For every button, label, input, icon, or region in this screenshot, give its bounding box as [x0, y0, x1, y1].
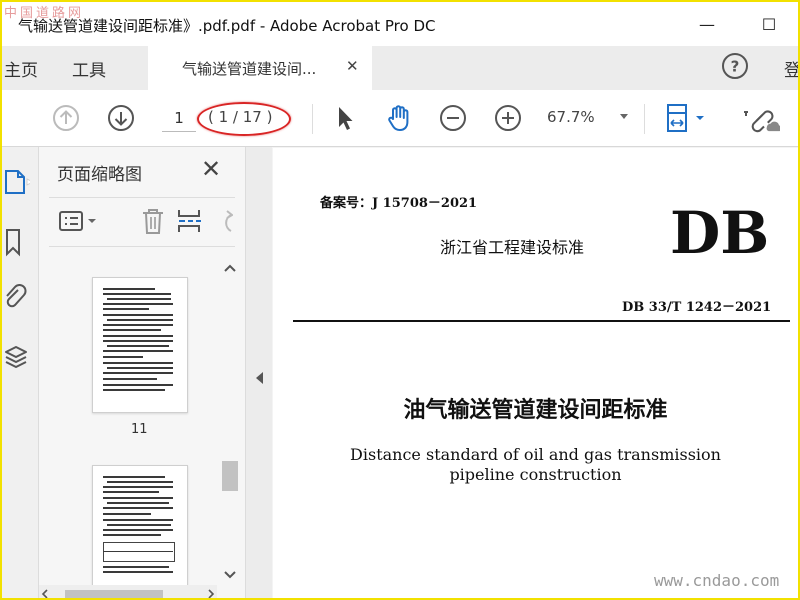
minimize-button[interactable]: — — [692, 10, 722, 38]
thumbnail-table — [103, 542, 175, 562]
document-page: 备案号：J 15708－2021 浙江省工程建设标准 DB DB 33/T 12… — [273, 148, 798, 598]
fit-width-icon — [667, 104, 704, 132]
page-number-input[interactable]: 1 — [162, 105, 196, 132]
next-page-button[interactable] — [105, 102, 137, 134]
db-logo: DB — [670, 199, 770, 267]
layers-icon[interactable] — [4, 342, 30, 372]
panel-title: 页面缩略图 — [57, 165, 142, 185]
minus-circle-icon — [440, 105, 466, 131]
svg-text:?: ? — [731, 58, 740, 76]
attachment-icon[interactable] — [4, 282, 30, 312]
page-thumbnails-panel: 页面缩略图 ✕ 11 — [39, 147, 246, 598]
close-panel-button[interactable]: ✕ — [201, 155, 221, 183]
help-icon[interactable]: ? — [720, 51, 750, 81]
delete-page-button[interactable] — [137, 206, 169, 236]
sign-in-link[interactable]: 登 — [784, 56, 798, 81]
plus-circle-icon — [495, 105, 521, 131]
document-tab-label: 气输送管道建设间... — [182, 60, 317, 78]
window-title: 气输送管道建设间距标准》.pdf.pdf - Adobe Acrobat Pro… — [18, 17, 436, 35]
trash-icon — [143, 209, 163, 234]
rotate-icon — [225, 210, 233, 232]
page-thumbnail[interactable] — [92, 277, 188, 413]
standard-type: 浙江省工程建设标准 — [440, 238, 585, 257]
header-rule — [293, 320, 790, 322]
main-toolbar: 1 ( 1 / 17 ) 67.7% — [2, 90, 798, 147]
page-thumbnail[interactable] — [92, 465, 188, 591]
app-window: 中国道路网 气输送管道建设间距标准》.pdf.pdf - Adobe Acrob… — [0, 0, 800, 600]
document-title-en-line2: pipeline construction — [449, 465, 622, 484]
zoom-level-select[interactable]: 67.7% — [547, 108, 595, 126]
filing-number: 备案号：J 15708－2021 — [320, 196, 478, 211]
collapse-panel-handle[interactable] — [246, 147, 272, 598]
hand-icon — [388, 105, 409, 131]
toolbar-divider — [644, 104, 645, 134]
annotation-ellipse — [197, 102, 291, 136]
document-title-en-line1: Distance standard of oil and gas transmi… — [350, 445, 721, 464]
tab-home[interactable]: 主页 — [4, 56, 38, 81]
document-title-cn: 油气输送管道建设间距标准 — [403, 397, 668, 423]
insert-page-button[interactable] — [173, 206, 205, 236]
standard-code: DB 33/T 1242－2021 — [622, 300, 772, 315]
chevron-down-icon[interactable] — [620, 114, 628, 119]
previous-page-button[interactable] — [50, 102, 82, 134]
arrow-up-icon — [53, 105, 79, 131]
close-tab-button[interactable]: ✕ — [346, 57, 359, 75]
panel-toolbar — [49, 197, 235, 247]
arrow-down-icon — [108, 105, 134, 131]
title-bar: 中国道路网 气输送管道建设间距标准》.pdf.pdf - Adobe Acrob… — [2, 2, 798, 46]
insert-pages-icon — [178, 210, 201, 232]
zoom-out-button[interactable] — [437, 102, 469, 134]
toolbar-divider — [312, 104, 313, 134]
rotate-page-button[interactable] — [211, 206, 235, 236]
tab-document[interactable]: 气输送管道建设间... ✕ — [148, 46, 372, 90]
hand-tool-button[interactable] — [383, 102, 415, 134]
thumbnail-scrollbar[interactable] — [220, 259, 240, 589]
page-thumbnails-icon[interactable] — [4, 167, 35, 197]
select-tool-button[interactable] — [329, 102, 361, 134]
thumbnail-options-button[interactable] — [57, 206, 101, 236]
share-link-button[interactable] — [748, 102, 780, 134]
thumbnail-horizontal-scrollbar[interactable] — [39, 585, 217, 598]
maximize-button[interactable]: ☐ — [754, 10, 784, 38]
zoom-in-button[interactable] — [492, 102, 524, 134]
chevron-left-icon — [256, 372, 263, 384]
thumbnail-page-label: 11 — [131, 422, 148, 437]
page-fit-button[interactable] — [662, 102, 708, 134]
site-url-watermark: www.cndao.com — [654, 571, 780, 590]
link-cloud-icon — [751, 110, 780, 133]
bookmark-icon[interactable] — [4, 227, 30, 257]
tab-bar: 主页 工具 气输送管道建设间... ✕ ? 登 — [2, 46, 798, 90]
cursor-arrow-icon — [339, 107, 353, 130]
tab-tools[interactable]: 工具 — [72, 56, 106, 81]
options-menu-icon — [59, 211, 96, 231]
navigation-pane-strip — [2, 147, 39, 598]
